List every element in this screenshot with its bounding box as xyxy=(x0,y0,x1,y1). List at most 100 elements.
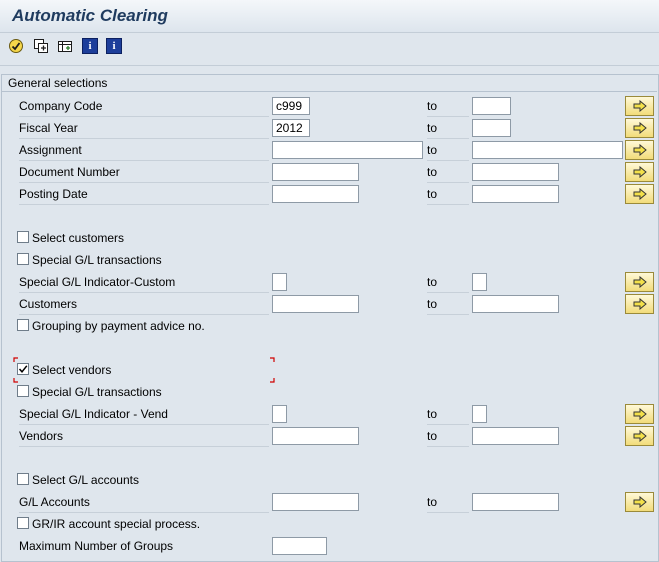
special-gl-customers-checkbox[interactable] xyxy=(17,253,29,265)
select-gl-accounts-label: Select G/L accounts xyxy=(32,473,139,487)
assignment-from-input[interactable] xyxy=(272,141,423,159)
arrow-right-icon xyxy=(633,430,647,442)
arrow-right-icon xyxy=(633,100,647,112)
arrow-right-icon xyxy=(633,122,647,134)
max-groups-input[interactable] xyxy=(272,537,327,555)
multiple-selection-button[interactable] xyxy=(625,140,654,160)
multiple-selection-button[interactable] xyxy=(625,404,654,424)
company-code-label: Company Code xyxy=(19,99,269,117)
info-icon[interactable]: i xyxy=(106,38,122,54)
to-label: to xyxy=(427,187,469,205)
vendors-label: Vendors xyxy=(19,429,269,447)
to-label: to xyxy=(427,275,469,293)
info-icon[interactable]: i xyxy=(82,38,98,54)
assignment-to-input[interactable] xyxy=(472,141,623,159)
multiple-selection-button[interactable] xyxy=(625,162,654,182)
variant-icon[interactable] xyxy=(33,38,49,54)
row-select-customers: Select customers xyxy=(0,228,659,250)
grir-special-process-label: GR/IR account special process. xyxy=(32,517,201,531)
special-gl-vendors-label: Special G/L transactions xyxy=(32,385,162,399)
special-gl-indicator-vend-from-input[interactable] xyxy=(272,405,287,423)
to-label: to xyxy=(427,121,469,139)
row-special-gl-indicator-vend: Special G/L Indicator - Vend to xyxy=(0,404,659,426)
document-number-label: Document Number xyxy=(19,165,269,183)
row-grouping-payment-advice: Grouping by payment advice no. xyxy=(0,316,659,338)
grir-special-process-checkbox[interactable] xyxy=(17,517,29,529)
row-fiscal-year: Fiscal Year 2012 to xyxy=(0,118,659,140)
special-gl-vendors-checkbox[interactable] xyxy=(17,385,29,397)
multiple-selection-button[interactable] xyxy=(625,272,654,292)
multiple-selection-button[interactable] xyxy=(625,426,654,446)
to-label: to xyxy=(427,297,469,315)
multiple-selection-button[interactable] xyxy=(625,184,654,204)
customers-to-input[interactable] xyxy=(472,295,559,313)
company-code-to-input[interactable] xyxy=(472,97,511,115)
posting-date-to-input[interactable] xyxy=(472,185,559,203)
to-label: to xyxy=(427,495,469,513)
row-special-gl-vendors: Special G/L transactions xyxy=(0,382,659,404)
gl-accounts-label: G/L Accounts xyxy=(19,495,269,513)
row-max-groups: Maximum Number of Groups xyxy=(0,536,659,558)
grouping-payment-advice-checkbox[interactable] xyxy=(17,319,29,331)
posting-date-from-input[interactable] xyxy=(272,185,359,203)
max-groups-label: Maximum Number of Groups xyxy=(19,539,174,553)
assignment-label: Assignment xyxy=(19,143,269,161)
multiple-selection-button[interactable] xyxy=(625,492,654,512)
select-customers-checkbox[interactable] xyxy=(17,231,29,243)
special-gl-customers-label: Special G/L transactions xyxy=(32,253,162,267)
customers-from-input[interactable] xyxy=(272,295,359,313)
row-document-number: Document Number to xyxy=(0,162,659,184)
to-label: to xyxy=(427,165,469,183)
row-company-code: Company Code c999 to xyxy=(0,96,659,118)
focus-marker xyxy=(13,357,275,383)
special-gl-indicator-custom-label: Special G/L Indicator-Custom xyxy=(19,275,269,293)
arrow-right-icon xyxy=(633,496,647,508)
gl-accounts-from-input[interactable] xyxy=(272,493,359,511)
arrow-right-icon xyxy=(633,276,647,288)
row-vendors: Vendors to xyxy=(0,426,659,448)
toolbar: i i xyxy=(0,33,659,66)
multiple-selection-button[interactable] xyxy=(625,118,654,138)
document-number-from-input[interactable] xyxy=(272,163,359,181)
posting-date-label: Posting Date xyxy=(19,187,269,205)
arrow-right-icon xyxy=(633,298,647,310)
vendors-from-input[interactable] xyxy=(272,427,359,445)
document-number-to-input[interactable] xyxy=(472,163,559,181)
multiple-selection-button[interactable] xyxy=(625,294,654,314)
special-gl-indicator-custom-to-input[interactable] xyxy=(472,273,487,291)
fiscal-year-label: Fiscal Year xyxy=(19,121,269,139)
to-label: to xyxy=(427,143,469,161)
special-gl-indicator-custom-from-input[interactable] xyxy=(272,273,287,291)
arrow-right-icon xyxy=(633,144,647,156)
row-special-gl-customers: Special G/L transactions xyxy=(0,250,659,272)
special-gl-indicator-vend-label: Special G/L Indicator - Vend xyxy=(19,407,269,425)
fiscal-year-from-input[interactable]: 2012 xyxy=(272,119,310,137)
gl-accounts-to-input[interactable] xyxy=(472,493,559,511)
customers-label: Customers xyxy=(19,297,269,315)
execute-icon[interactable] xyxy=(8,38,24,54)
to-label: to xyxy=(427,99,469,117)
row-customers: Customers to xyxy=(0,294,659,316)
arrow-right-icon xyxy=(633,188,647,200)
row-grir-special-process: GR/IR account special process. xyxy=(0,514,659,536)
row-assignment: Assignment to xyxy=(0,140,659,162)
company-code-from-input[interactable]: c999 xyxy=(272,97,310,115)
multiple-selection-button[interactable] xyxy=(625,96,654,116)
arrow-right-icon xyxy=(633,408,647,420)
row-select-vendors: Select vendors xyxy=(0,357,659,383)
dynamic-selection-icon[interactable] xyxy=(57,38,73,54)
fiscal-year-to-input[interactable] xyxy=(472,119,511,137)
row-posting-date: Posting Date to xyxy=(0,184,659,206)
vendors-to-input[interactable] xyxy=(472,427,559,445)
arrow-right-icon xyxy=(633,166,647,178)
to-label: to xyxy=(427,407,469,425)
special-gl-indicator-vend-to-input[interactable] xyxy=(472,405,487,423)
row-select-gl-accounts: Select G/L accounts xyxy=(0,470,659,492)
row-special-gl-indicator-custom: Special G/L Indicator-Custom to xyxy=(0,272,659,294)
select-customers-label: Select customers xyxy=(32,231,125,245)
page-title: Automatic Clearing xyxy=(12,6,168,25)
title-bar: Automatic Clearing xyxy=(0,0,659,33)
row-gl-accounts: G/L Accounts to xyxy=(0,492,659,514)
select-gl-accounts-checkbox[interactable] xyxy=(17,473,29,485)
panel-title: General selections xyxy=(8,76,108,90)
